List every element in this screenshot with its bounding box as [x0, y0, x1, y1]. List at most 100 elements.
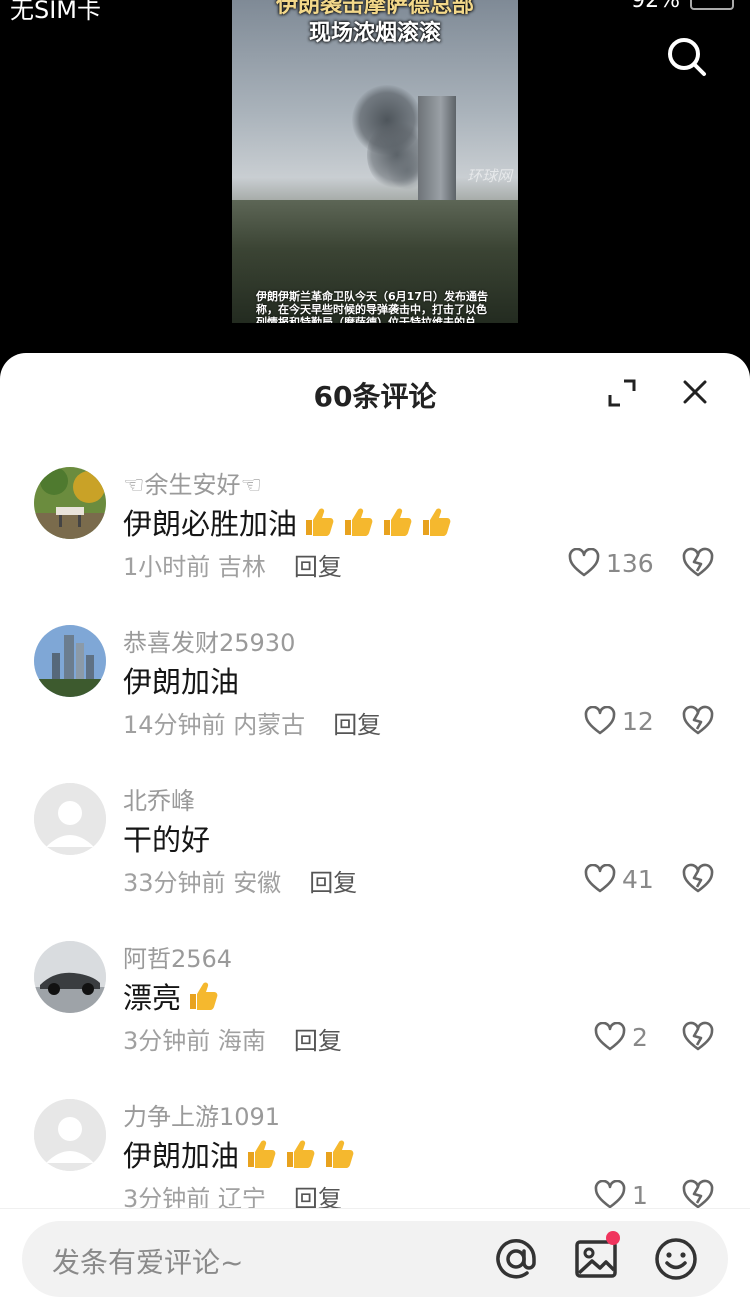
comment-item[interactable]: ☜余生安好☜ 伊朗必胜加油 1小时前 吉林 回复 136: [0, 467, 750, 617]
like-count: 136: [606, 548, 654, 578]
comment-time: 3分钟前: [123, 1027, 211, 1055]
avatar[interactable]: [34, 941, 106, 1013]
comment-username[interactable]: 阿哲2564: [123, 939, 232, 974]
comment-input[interactable]: 发条有爱评论~: [22, 1221, 728, 1297]
like-heart-icon: [594, 1022, 626, 1051]
avatar-garden-image: [34, 467, 106, 539]
image-button[interactable]: [572, 1231, 620, 1283]
comment-item[interactable]: 恭喜发财25930 伊朗加油 14分钟前 内蒙古 回复 12: [0, 625, 750, 775]
avatar[interactable]: [34, 1099, 106, 1171]
avatar-city-image: [34, 625, 106, 697]
avatar[interactable]: [34, 625, 106, 697]
comment-time: 33分钟前: [123, 869, 226, 897]
dislike-broken-heart-icon: [682, 1179, 714, 1209]
comment-username[interactable]: 北乔峰: [123, 781, 195, 816]
thumbs-up-emoji-icon: [306, 508, 334, 536]
status-right: 92%: [631, 0, 734, 13]
close-icon: [683, 380, 707, 404]
like-heart-icon: [584, 706, 616, 735]
comment-username[interactable]: ☜余生安好☜: [123, 465, 262, 500]
reply-button[interactable]: 回复: [333, 705, 381, 740]
emoji-button[interactable]: [652, 1235, 700, 1283]
comment-item[interactable]: 阿哲2564 漂亮 3分钟前 海南 回复 2: [0, 941, 750, 1091]
default-avatar-icon: [34, 783, 106, 855]
battery-icon: [690, 0, 734, 10]
dislike-broken-heart-icon: [682, 705, 714, 735]
comment-meta: 14分钟前 内蒙古 回复: [123, 705, 381, 740]
comment-text: 干的好: [123, 817, 210, 859]
search-icon: [668, 38, 706, 76]
like-count: 41: [622, 864, 654, 894]
notification-dot: [606, 1231, 620, 1245]
dislike-button[interactable]: [682, 1179, 714, 1211]
comment-input-placeholder: 发条有爱评论~: [52, 1246, 244, 1279]
comment-text: 伊朗加油: [123, 659, 239, 701]
video-watermark: 环球网: [466, 167, 512, 185]
like-heart-icon: [594, 1180, 626, 1209]
comment-location: 内蒙古: [233, 711, 306, 739]
video-title-line2: 现场浓烟滚滚: [308, 21, 441, 46]
dislike-button[interactable]: [682, 547, 714, 579]
at-icon: [496, 1239, 536, 1279]
search-button[interactable]: [664, 34, 708, 78]
mention-button[interactable]: [492, 1235, 540, 1283]
comment-text-content: 伊朗加油: [123, 1139, 240, 1173]
comment-text-content: 伊朗必胜加油: [123, 507, 298, 541]
dislike-button[interactable]: [682, 1021, 714, 1053]
like-button[interactable]: 136: [568, 547, 654, 579]
emoji-icon: [655, 1238, 697, 1280]
video-caption: 伊朗伊斯兰革命卫队今天（6月17日）发布通告称，在今天早些时候的导弹袭击中，打击…: [256, 290, 488, 323]
comment-username[interactable]: 恭喜发财25930: [123, 623, 295, 658]
like-button[interactable]: 41: [584, 863, 654, 895]
comment-meta: 33分钟前 安徽 回复: [123, 863, 357, 898]
comment-location: 吉林: [217, 553, 266, 581]
carrier-label: 无SIM卡: [10, 0, 102, 24]
reply-button[interactable]: 回复: [309, 863, 357, 898]
avatar[interactable]: [34, 783, 106, 855]
dislike-broken-heart-icon: [682, 863, 714, 893]
reply-button[interactable]: 回复: [294, 547, 342, 582]
sheet-header: 60条评论: [0, 353, 750, 433]
comment-item[interactable]: 北乔峰 干的好 33分钟前 安徽 回复 41: [0, 783, 750, 933]
thumbs-up-emoji-icon: [287, 1140, 315, 1168]
close-button[interactable]: [680, 377, 710, 407]
comment-username[interactable]: 力争上游1091: [123, 1097, 280, 1132]
like-heart-icon: [568, 548, 600, 577]
like-button[interactable]: 2: [594, 1021, 648, 1053]
comment-text-content: 伊朗加油: [123, 665, 240, 699]
dislike-button[interactable]: [682, 705, 714, 737]
comment-time: 14分钟前: [123, 711, 226, 739]
tower-building: [418, 96, 456, 206]
thumbs-up-emoji-icon: [190, 982, 218, 1010]
comment-text-content: 干的好: [123, 823, 211, 857]
video-title-line1: 伊朗袭击摩萨德总部: [275, 0, 474, 18]
like-count: 1: [632, 1180, 648, 1210]
expand-icon: [608, 379, 636, 407]
like-count: 2: [632, 1022, 648, 1052]
dislike-broken-heart-icon: [682, 1021, 714, 1051]
like-button[interactable]: 12: [584, 705, 654, 737]
like-heart-icon: [584, 864, 616, 893]
thumbs-up-emoji-icon: [423, 508, 451, 536]
thumbs-up-emoji-icon: [384, 508, 412, 536]
comment-text: 伊朗加油: [123, 1133, 356, 1175]
expand-button[interactable]: [606, 377, 638, 409]
dislike-button[interactable]: [682, 863, 714, 895]
comment-text: 伊朗必胜加油: [123, 501, 453, 543]
thumbs-up-emoji-icon: [248, 1140, 276, 1168]
thumbs-up-emoji-icon: [326, 1140, 354, 1168]
thumbs-up-emoji-icon: [345, 508, 373, 536]
reply-button[interactable]: 回复: [294, 1021, 342, 1056]
battery-label: 92%: [631, 0, 680, 13]
like-button[interactable]: 1: [594, 1179, 648, 1211]
comment-location: 安徽: [233, 869, 282, 897]
comment-time: 1小时前: [123, 553, 211, 581]
default-avatar-icon: [34, 1099, 106, 1171]
avatar[interactable]: [34, 467, 106, 539]
dislike-broken-heart-icon: [682, 547, 714, 577]
like-count: 12: [622, 706, 654, 736]
video-title: 伊朗袭击摩萨德总部 现场浓烟滚滚: [232, 0, 518, 48]
video-frame[interactable]: 伊朗袭击摩萨德总部 现场浓烟滚滚 环球网 伊朗伊斯兰革命卫队今天（6月17日）发…: [232, 0, 518, 323]
video-area[interactable]: 无SIM卡 92% 伊朗袭击摩萨德总部 现场浓烟滚滚 环球网 伊朗伊斯兰革命卫队…: [0, 0, 750, 380]
comment-meta: 3分钟前 海南 回复: [123, 1021, 342, 1056]
